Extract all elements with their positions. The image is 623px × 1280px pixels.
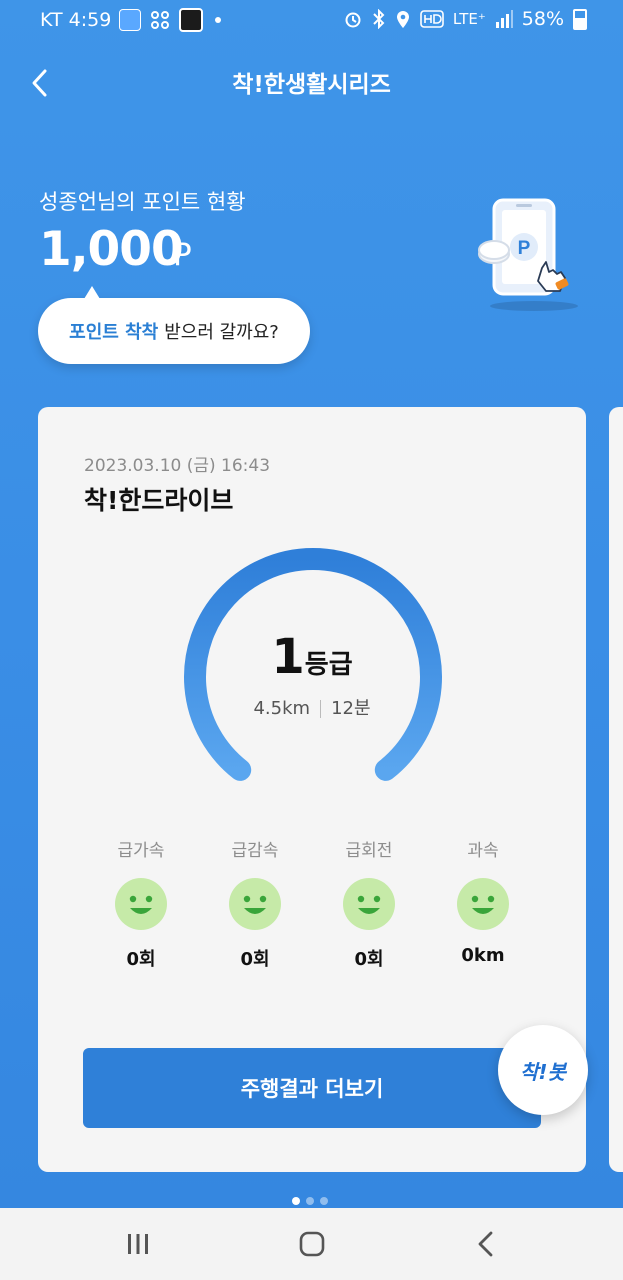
metric-label: 급감속 [231,841,279,861]
chatbot-button[interactable]: 착!봇 [498,1025,588,1115]
points-unit: P [173,237,192,273]
next-card-peek[interactable] [609,407,623,1172]
metric-value: 0회 [240,949,270,970]
driving-metrics: 급가속 0회 급감속 0회 급회전 0회 과속 0km [84,839,540,971]
smiley-face-icon [229,878,281,930]
smiley-face-icon [115,878,167,930]
grade-unit: 등급 [304,650,353,680]
signal-icon [495,10,513,28]
pager-dot [320,1197,328,1205]
battery-percent: 58% [521,8,564,30]
recent-apps-icon[interactable] [118,1224,158,1264]
metric-value: 0회 [354,949,384,970]
points-prompt-bubble[interactable]: 포인트 착착 받으러 갈까요? [38,286,310,364]
metric-speeding: 과속 0km [426,839,540,971]
system-nav-bar [0,1208,623,1280]
card-pager [292,1197,328,1205]
grade-number: 1 [271,629,305,685]
metric-label: 급가속 [117,841,165,861]
drive-date: 2023.03.10 (금) 16:43 [84,456,271,476]
smiley-face-icon [343,878,395,930]
points-value: 1,000 [39,222,184,277]
card-title: 착!한드라이브 [84,486,234,515]
location-icon [396,11,409,28]
metric-label: 과속 [467,841,499,861]
trip-stats: 4.5km 12분 [38,694,586,720]
view-drive-results-button[interactable]: 주행결과 더보기 [83,1048,541,1128]
status-bar: KT 4:59 LTE⁺ 58% [0,0,623,40]
back-icon[interactable] [467,1224,507,1264]
alarm-icon [345,12,361,28]
bubble-text: 받으러 갈까요? [164,322,279,343]
points-label: 성종언님의 포인트 현황 [39,190,246,214]
app-screen: KT 4:59 LTE⁺ 58% 착!한생활시리즈 성종언님의 포인트 현황 1… [0,0,623,1208]
bluetooth-icon [373,9,385,29]
metric-rapid-deceleration: 급감속 0회 [198,839,312,971]
metric-label: 급회전 [345,841,393,861]
grade-display: 1등급 [38,629,586,685]
app-notification-icon [119,9,142,31]
pager-dot [306,1197,314,1205]
phone-point-icon: P [478,198,578,311]
hd-voice-icon [420,10,444,28]
stats-divider [320,700,322,718]
fan-icon [151,11,170,29]
pager-dot-active [292,1197,300,1205]
page-title: 착!한생활시리즈 [232,72,391,98]
battery-icon [573,8,587,30]
metric-sharp-turn: 급회전 0회 [312,839,426,971]
network-type: LTE⁺ [452,10,486,28]
metric-value: 0회 [126,949,156,970]
metric-value: 0km [461,945,505,966]
smiley-face-icon [457,878,509,930]
metric-rapid-acceleration: 급가속 0회 [84,839,198,971]
camera-app-icon [179,8,204,32]
more-notifications-dot [215,17,222,23]
home-icon[interactable] [292,1224,332,1264]
carrier-time: KT 4:59 [40,9,112,31]
trip-distance: 4.5km [253,698,311,719]
svg-text:P: P [518,238,531,259]
trip-duration: 12분 [331,698,371,719]
bubble-highlight: 포인트 착착 [69,322,159,343]
